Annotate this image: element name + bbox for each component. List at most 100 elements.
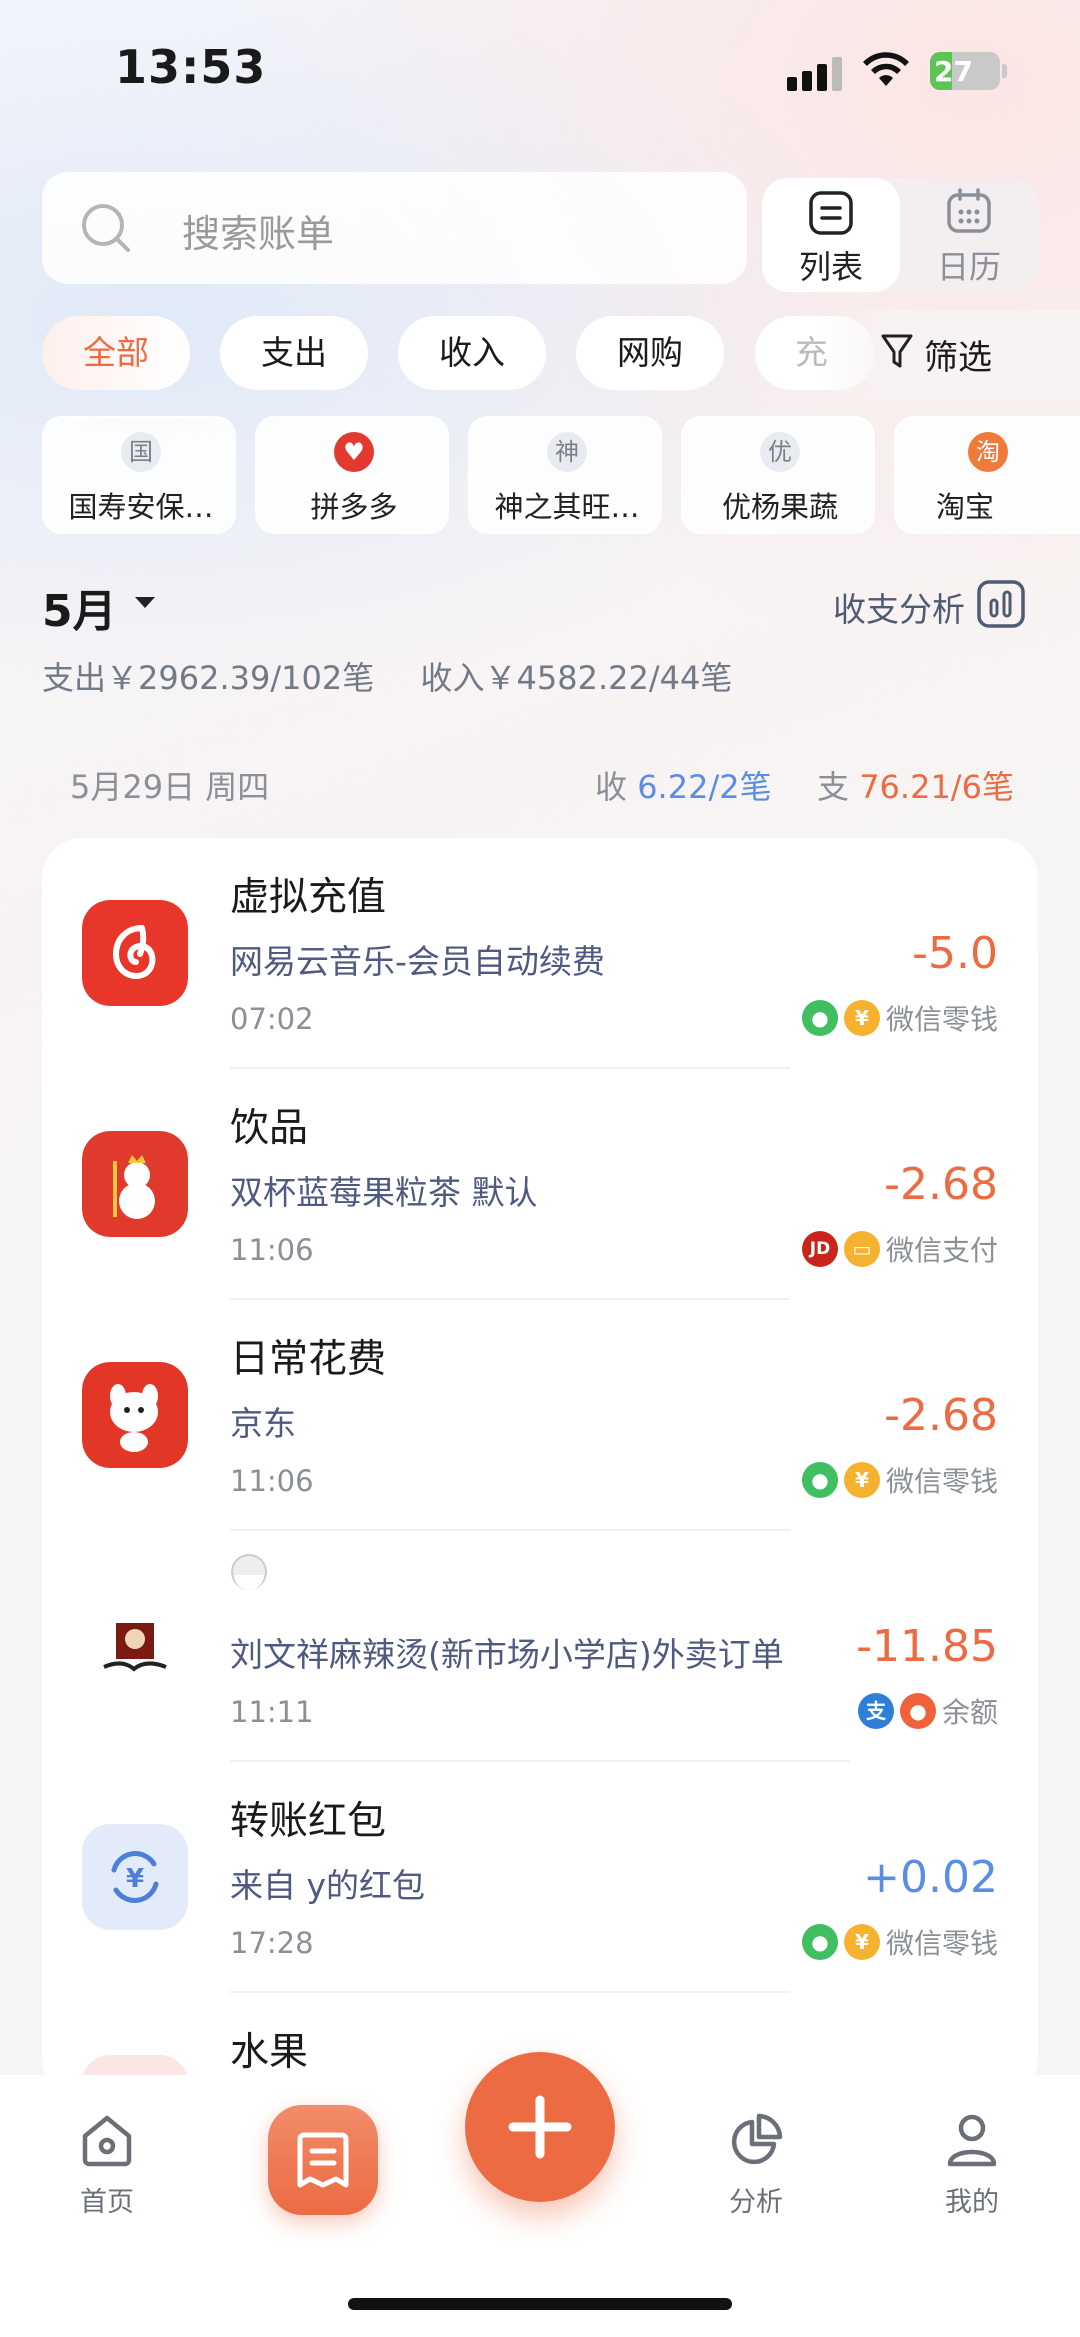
bill-icon: [297, 2132, 349, 2188]
alipay-icon: 支: [857, 1693, 894, 1729]
nav-analysis[interactable]: 分析: [701, 2110, 811, 2219]
transfer-icon: ¥: [82, 1824, 188, 1930]
month-selector[interactable]: 5月: [42, 575, 117, 639]
wechat-icon: ●: [801, 1000, 838, 1036]
payment-method: JD ▭ 微信支付: [801, 1229, 998, 1269]
filter-icon: [881, 334, 913, 368]
tab-expense[interactable]: 支出: [220, 316, 368, 390]
calendar-icon[interactable]: [946, 188, 992, 234]
calendar-view-label[interactable]: 日历: [900, 242, 1038, 288]
transaction-row[interactable]: 刘文祥麻辣烫(新市场小学店)外卖订单 11:11 -11.85 支 ● 余额: [42, 1531, 1038, 1762]
payment-label: 余额: [941, 1696, 998, 1729]
transaction-row[interactable]: 饮品 双杯蓝莓果粒茶 默认 11:06 -2.68 JD ▭ 微信支付: [42, 1069, 1038, 1300]
change-icon: ¥: [843, 1462, 880, 1498]
merchant-name: 拼多多: [310, 490, 398, 524]
mixue-icon: [82, 1131, 188, 1237]
merchant-chip[interactable]: 国 国寿安保…: [42, 416, 236, 534]
list-view-label: 列表: [798, 248, 863, 286]
svg-text:¥: ¥: [126, 1864, 144, 1894]
transaction-category: 水果: [230, 2030, 309, 2075]
transaction-time: 11:06: [230, 1233, 314, 1267]
home-icon: [82, 2115, 132, 2167]
transaction-category: 转账红包: [230, 1799, 387, 1844]
payment-method: 支 ● 余额: [857, 1691, 998, 1731]
payment-method: ● ¥ 微信零钱: [801, 1460, 998, 1500]
transaction-category: 虚拟充值: [230, 875, 387, 920]
pie-chart-icon: [731, 2113, 783, 2165]
day-expense: 支 76.21/6笔: [817, 762, 1014, 808]
payment-method: ● ¥ 微信零钱: [801, 998, 998, 1038]
nav-mine[interactable]: 我的: [917, 2110, 1027, 2219]
income-expense-analysis-link[interactable]: 收支分析: [833, 583, 965, 631]
nav-mine-label: 我的: [945, 2187, 999, 2218]
day-income-label: 收: [595, 768, 628, 806]
battery-icon: 27: [930, 52, 1007, 90]
nav-home-label: 首页: [80, 2187, 134, 2218]
transaction-row[interactable]: 虚拟充值 网易云音乐-会员自动续费 07:02 -5.0 ● ¥ 微信零钱: [42, 838, 1038, 1069]
list-icon: [809, 191, 853, 235]
payment-label: 微信零钱: [885, 1003, 998, 1036]
transaction-time: 11:11: [230, 1695, 314, 1729]
search-bar[interactable]: [42, 172, 747, 284]
merchant-name: 优杨果蔬: [721, 490, 838, 524]
day-expense-label: 支: [817, 768, 850, 806]
search-input[interactable]: 搜索账单: [182, 203, 334, 258]
merchant-chip[interactable]: 优 优杨果蔬: [681, 416, 875, 534]
pinduoduo-icon: ♥: [334, 432, 374, 472]
nav-analysis-label: 分析: [729, 2187, 783, 2218]
day-date: 5月29日 周四: [70, 768, 270, 806]
month-income-summary: 收入￥4582.22/44笔: [420, 659, 733, 697]
payment-label: 微信零钱: [885, 1465, 998, 1498]
merchant-name: 神之其旺…: [494, 490, 640, 524]
transaction-amount: -2.68: [884, 1390, 998, 1441]
day-income-value: 6.22/2笔: [637, 768, 772, 806]
tab-online-shopping[interactable]: 网购: [576, 316, 724, 390]
transaction-amount: +0.02: [863, 1852, 998, 1903]
liuwenxiang-logo-icon: [103, 1623, 167, 1672]
change-icon: ¥: [843, 1000, 880, 1036]
nav-bills[interactable]: [268, 2105, 378, 2215]
bar-chart-icon[interactable]: [977, 580, 1025, 628]
transaction-description: 京东: [230, 1404, 296, 1443]
status-time: 13:53: [115, 40, 267, 94]
filter-button[interactable]: 筛选: [924, 330, 992, 379]
transaction-time: 11:06: [230, 1464, 314, 1498]
merchant-avatar: 神: [547, 432, 587, 472]
nav-home[interactable]: 首页: [52, 2110, 162, 2219]
taobao-icon: 淘: [968, 432, 1008, 472]
battery-level: 27: [934, 55, 973, 88]
tab-income[interactable]: 收入: [398, 316, 546, 390]
home-indicator: [348, 2298, 732, 2310]
merchant-chip[interactable]: 神 神之其旺…: [468, 416, 662, 534]
jd-icon: [82, 1362, 188, 1468]
card-icon: ▭: [843, 1231, 880, 1267]
transaction-time: 17:28: [230, 1926, 314, 1960]
transaction-amount: -11.85: [856, 1621, 998, 1672]
tab-all[interactable]: 全部: [42, 316, 190, 390]
transaction-description: 双杯蓝莓果粒茶 默认: [230, 1173, 538, 1212]
transaction-row[interactable]: 日常花费 京东 11:06 -2.68 ● ¥ 微信零钱: [42, 1300, 1038, 1531]
payment-method: ● ¥ 微信零钱: [801, 1922, 998, 1962]
transaction-category: 饮品: [230, 1106, 309, 1151]
merchant-name: 国寿安保…: [68, 490, 214, 524]
merchant-avatar: 国: [121, 432, 161, 472]
wechat-icon: ●: [801, 1924, 838, 1960]
signal-icon: [787, 55, 843, 91]
transaction-amount: -2.68: [884, 1159, 998, 1210]
day-expense-value: 76.21/6笔: [859, 768, 1014, 806]
taobao-balance-icon: ●: [899, 1693, 936, 1729]
caret-down-icon[interactable]: [135, 597, 155, 608]
merchant-name: 淘宝: [936, 490, 995, 524]
merchant-chip[interactable]: ♥ 拼多多: [255, 416, 449, 534]
merchant-chip[interactable]: 淘 淘宝: [894, 416, 1080, 534]
netease-music-icon: [82, 900, 188, 1006]
category-placeholder-icon: [231, 1554, 267, 1590]
month-summary: 支出￥2962.39/102笔 收入￥4582.22/44笔: [42, 653, 732, 699]
transaction-description: 刘文祥麻辣烫(新市场小学店)外卖订单: [230, 1635, 784, 1674]
add-record-button[interactable]: [465, 2052, 615, 2202]
jd-badge-icon: JD: [801, 1231, 838, 1267]
transaction-row[interactable]: ¥ 转账红包 来自 y的红包 17:28 +0.02 ● ¥ 微信零钱: [42, 1762, 1038, 1993]
transaction-list: 虚拟充值 网易云音乐-会员自动续费 07:02 -5.0 ● ¥ 微信零钱 饮品…: [42, 838, 1038, 2098]
profile-icon: [947, 2114, 997, 2167]
wifi-icon: [863, 52, 909, 86]
